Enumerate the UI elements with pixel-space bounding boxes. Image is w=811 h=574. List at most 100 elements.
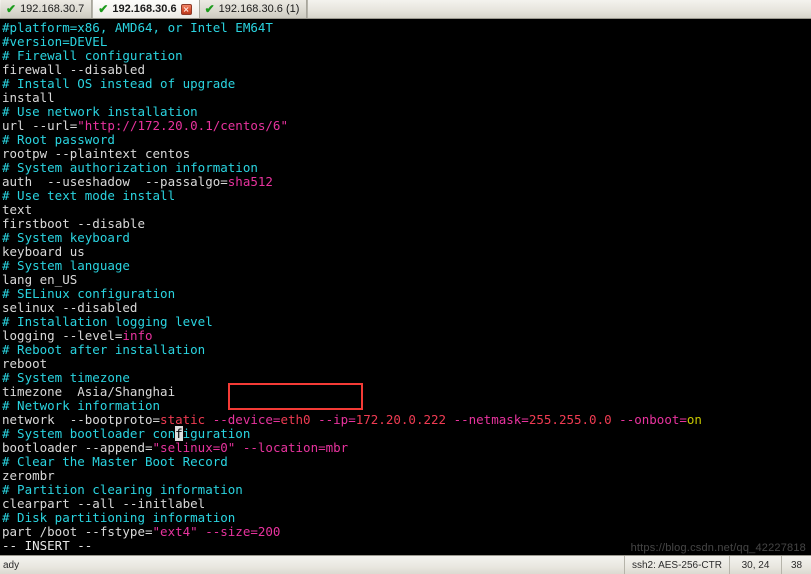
terminal-line: # Network information: [2, 399, 811, 413]
text-segment: sha512: [227, 174, 273, 189]
text-segment: # Clear the Master Boot Record: [2, 454, 228, 469]
text-segment: # System bootloader con: [2, 426, 176, 441]
terminal-line: # System authorization information: [2, 161, 811, 175]
terminal-text: #platform=x86, AMD64, or Intel EM64T #ver…: [2, 21, 811, 553]
watermark-text: https://blog.csdn.net/qq_42227818: [630, 542, 806, 554]
text-segment: eth0: [280, 412, 311, 427]
text-segment: # System authorization information: [2, 160, 258, 175]
terminal-line: # System bootloader configuration: [2, 426, 811, 441]
text-segment: info: [122, 328, 153, 343]
terminal-line: firewall --disabled: [2, 63, 811, 77]
text-segment: # Use network installation: [2, 104, 198, 119]
text-segment: reboot: [2, 356, 48, 371]
text-segment: logging --level=: [2, 328, 123, 343]
terminal-line: firstboot --disable: [2, 217, 811, 231]
text-segment: # Reboot after installation: [2, 342, 206, 357]
text-segment: clearpart --all --initlabel: [2, 496, 206, 511]
check-icon: ✔: [204, 2, 215, 16]
terminal-line: timezone Asia/Shanghai: [2, 385, 811, 399]
text-segment: # System timezone: [2, 370, 130, 385]
terminal-line: part /boot --fstype="ext4" --size=200: [2, 525, 811, 539]
text-segment: --netmask=: [446, 412, 529, 427]
terminal-line: # Use network installation: [2, 105, 811, 119]
text-segment: selinux --disabled: [2, 300, 138, 315]
text-segment: url --url=: [2, 118, 78, 133]
text-segment: "ext4": [152, 524, 198, 539]
text-segment: # System language: [2, 258, 130, 273]
terminal-line: install: [2, 91, 811, 105]
text-segment: network --bootproto=: [2, 412, 161, 427]
terminal-line: # Reboot after installation: [2, 343, 811, 357]
text-segment: # Installation logging level: [2, 314, 213, 329]
text-segment: "http://172.20.0.1/centos/6": [77, 118, 288, 133]
text-segment: rootpw --plaintext centos: [2, 146, 191, 161]
text-segment: iguration: [182, 426, 251, 441]
text-segment: install: [2, 90, 55, 105]
status-bar: ady ssh2: AES-256-CTR 30, 24 38: [0, 555, 811, 574]
text-segment: part /boot --fstype=: [2, 524, 153, 539]
text-segment: firewall --disabled: [2, 62, 145, 77]
text-cursor: f: [175, 426, 183, 441]
terminal-line: # System keyboard: [2, 231, 811, 245]
terminal-line: text: [2, 203, 811, 217]
text-segment: --onboot=: [611, 412, 687, 427]
tab-bar-filler: [307, 0, 811, 18]
text-segment: --location=mbr: [235, 440, 349, 455]
text-segment: # Install OS instead of upgrade: [2, 76, 236, 91]
status-cipher-label: ssh2: AES-256-CTR: [623, 556, 729, 574]
tab-1[interactable]: ✔ 192.168.30.6 ×: [92, 0, 200, 18]
terminal-line: # Firewall configuration: [2, 49, 811, 63]
terminal-line: # Root password: [2, 133, 811, 147]
text-segment: auth --useshadow --passalgo=: [2, 174, 228, 189]
text-segment: # Partition clearing information: [2, 482, 243, 497]
text-segment: # Use text mode install: [2, 188, 176, 203]
terminal-line: clearpart --all --initlabel: [2, 497, 811, 511]
status-cursor-position: 30, 24: [729, 556, 781, 574]
text-segment: --device=: [205, 412, 281, 427]
status-extra-value: 38: [781, 556, 811, 574]
terminal-line: keyboard us: [2, 245, 811, 259]
text-segment: text: [2, 202, 33, 217]
text-segment: zerombr: [2, 468, 55, 483]
text-segment: keyboard us: [2, 244, 85, 259]
terminal-line: # Install OS instead of upgrade: [2, 77, 811, 91]
text-segment: # Disk partitioning information: [2, 510, 236, 525]
text-segment: #platform=x86, AMD64, or Intel EM64T: [2, 20, 273, 35]
text-segment: # System keyboard: [2, 230, 130, 245]
text-segment: static: [160, 412, 206, 427]
tab-label: 192.168.30.7: [20, 2, 85, 15]
terminal-line: # Disk partitioning information: [2, 511, 811, 525]
terminal-line: # System timezone: [2, 371, 811, 385]
tab-close-icon[interactable]: ×: [180, 3, 192, 15]
text-segment: -- INSERT --: [2, 538, 93, 553]
check-icon: ✔: [98, 2, 109, 16]
terminal-line: #platform=x86, AMD64, or Intel EM64T: [2, 21, 811, 35]
text-segment: --size=200: [197, 524, 281, 539]
terminal-line: # Installation logging level: [2, 315, 811, 329]
terminal-line: #version=DEVEL: [2, 35, 811, 49]
terminal-line: # SELinux configuration: [2, 287, 811, 301]
terminal-output[interactable]: #platform=x86, AMD64, or Intel EM64T #ver…: [0, 19, 811, 555]
terminal-line: # System language: [2, 259, 811, 273]
tab-bar: ✔ 192.168.30.7 ✔ 192.168.30.6 × ✔ 192.168.30.6…: [0, 0, 811, 19]
terminal-line: lang en_US: [2, 273, 811, 287]
text-segment: # Network information: [2, 398, 161, 413]
text-segment: lang en_US: [2, 272, 78, 287]
tab-2[interactable]: ✔ 192.168.30.6 (1): [199, 0, 308, 18]
terminal-line: # Clear the Master Boot Record: [2, 455, 811, 469]
text-segment: #version=DEVEL: [2, 34, 108, 49]
text-segment: # Firewall configuration: [2, 48, 183, 63]
check-icon: ✔: [6, 2, 17, 16]
text-segment: "selinux=0": [152, 440, 236, 455]
terminal-window: ✔ 192.168.30.7 ✔ 192.168.30.6 × ✔ 192.168.30.6…: [0, 0, 811, 574]
text-segment: on: [686, 412, 702, 427]
tab-0[interactable]: ✔ 192.168.30.7: [1, 0, 93, 18]
text-segment: --ip=: [310, 412, 356, 427]
terminal-line: # Partition clearing information: [2, 483, 811, 497]
text-segment: 255.255.0.0: [528, 412, 612, 427]
terminal-line: network --bootproto=static --device=eth0…: [2, 413, 811, 427]
terminal-line: zerombr: [2, 469, 811, 483]
status-ready-label: ady: [3, 559, 20, 571]
terminal-line: bootloader --append="selinux=0" --locati…: [2, 441, 811, 455]
terminal-line: rootpw --plaintext centos: [2, 147, 811, 161]
